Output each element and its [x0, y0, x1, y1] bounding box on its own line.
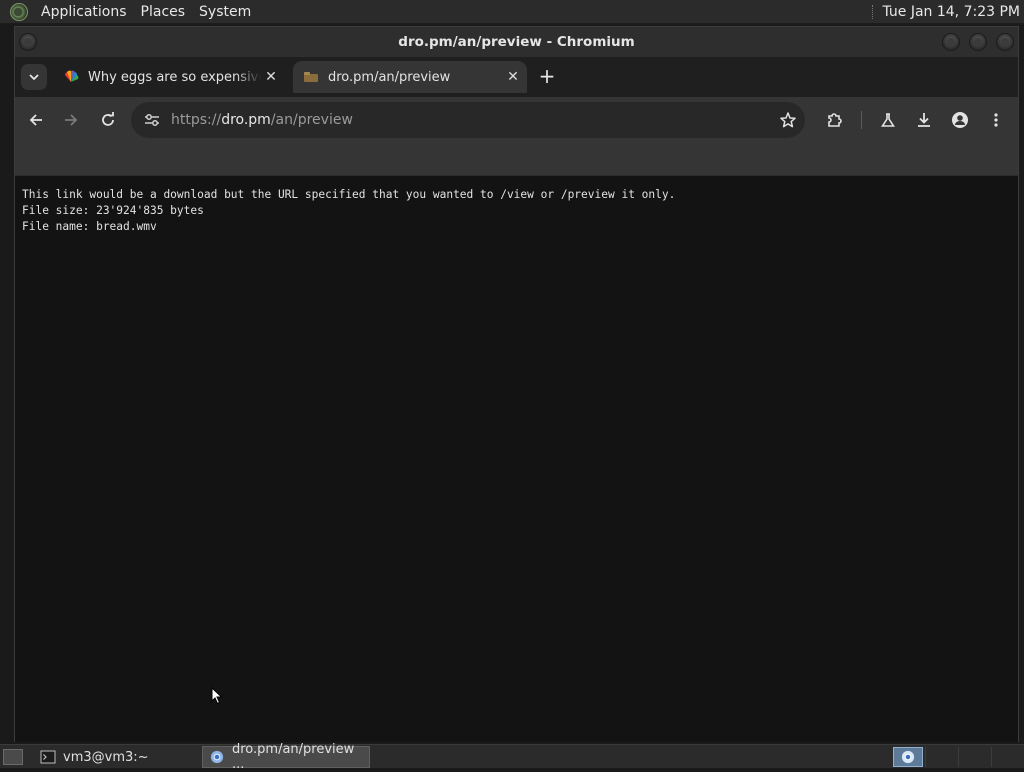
tab-title: dro.pm/an/preview [328, 69, 451, 85]
tab-title: Why eggs are so expensive right now [88, 69, 261, 85]
nbc-peacock-icon [65, 70, 79, 82]
browser-window: dro.pm/an/preview - Chromium Why eggs ar… [14, 26, 1019, 742]
url-text: https://dro.pm/an/preview [171, 112, 353, 128]
workspace-2[interactable] [925, 747, 955, 767]
profile-button[interactable] [947, 107, 973, 133]
show-desktop-icon[interactable] [3, 748, 23, 765]
site-info-tune-icon[interactable] [143, 111, 161, 129]
address-bar[interactable]: https://dro.pm/an/preview [131, 102, 805, 138]
arrow-right-icon [65, 114, 78, 126]
taskbar-item-chromium[interactable]: dro.pm/an/preview ... [202, 742, 370, 772]
window-titlebar[interactable]: dro.pm/an/preview - Chromium [15, 27, 1018, 57]
url-scheme: https:// [171, 112, 222, 128]
forward-button[interactable] [58, 107, 84, 133]
clock-text: Tue Jan 14, 7:23 PM [882, 3, 1020, 20]
workspace-4[interactable] [991, 747, 1021, 767]
extensions-button[interactable] [822, 107, 848, 133]
tab-strip: Why eggs are so expensive right now ✕ dr… [15, 57, 1018, 97]
url-path: /an/preview [270, 112, 353, 128]
window-title: dro.pm/an/preview - Chromium [398, 34, 635, 50]
preview-message: This link would be a download but the UR… [22, 188, 676, 201]
download-icon [918, 113, 930, 127]
clock[interactable]: Tue Jan 14, 7:23 PM [872, 4, 1024, 20]
tab-close-icon[interactable]: ✕ [503, 69, 523, 85]
panel-separator [872, 4, 874, 19]
chevron-down-icon [29, 74, 39, 81]
tab-search-button[interactable] [21, 64, 47, 90]
bookmark-star-icon[interactable] [779, 111, 797, 133]
maximize-button[interactable] [969, 33, 987, 51]
labs-button[interactable] [875, 107, 901, 133]
arrow-left-icon [29, 114, 42, 126]
page-content: This link would be a download but the UR… [15, 176, 1018, 742]
bottom-panel: vm3@vm3:~ dro.pm/an/preview ... [0, 742, 1024, 772]
dropm-icon [304, 72, 318, 82]
close-window-button[interactable] [996, 33, 1014, 51]
file-size-line: File size: 23'924'835 bytes [22, 204, 204, 217]
puzzle-icon [828, 113, 842, 127]
menu-button[interactable] [983, 107, 1009, 133]
mouse-cursor-icon [211, 687, 223, 705]
browser-toolbar: https://dro.pm/an/preview [15, 97, 1018, 143]
menu-places[interactable]: Places [134, 4, 193, 20]
taskbar-item-label: vm3@vm3:~ [63, 749, 149, 765]
top-panel: Applications Places System Tue Jan 14, 7… [0, 0, 1024, 24]
new-tab-button[interactable]: + [535, 65, 559, 89]
tab-dropm-preview[interactable]: dro.pm/an/preview ✕ [293, 61, 527, 93]
flask-icon [881, 113, 895, 127]
downloads-button[interactable] [911, 107, 937, 133]
terminal-icon [40, 750, 56, 764]
back-button[interactable] [23, 107, 49, 133]
menu-applications[interactable]: Applications [34, 4, 134, 20]
kebab-menu-icon [994, 113, 998, 127]
reload-icon [102, 112, 114, 126]
taskbar-item-terminal[interactable]: vm3@vm3:~ [34, 746, 200, 768]
minimize-button[interactable] [942, 33, 960, 51]
file-name-line: File name: bread.wmv [22, 220, 157, 233]
window-menu-button[interactable] [19, 33, 37, 51]
menu-system[interactable]: System [192, 4, 258, 20]
tray-chromium-icon[interactable] [893, 747, 923, 767]
chromium-icon [210, 750, 224, 764]
tab-eggs-article[interactable]: Why eggs are so expensive right now ✕ [53, 61, 285, 93]
toolbar-divider [861, 111, 862, 129]
reload-button[interactable] [95, 107, 121, 133]
tab-close-icon[interactable]: ✕ [261, 69, 281, 85]
bookmarks-bar [15, 143, 1018, 176]
url-host: dro.pm [221, 112, 271, 128]
distro-logo-icon[interactable] [10, 2, 28, 21]
workspace-3[interactable] [958, 747, 988, 767]
account-icon [952, 112, 968, 128]
